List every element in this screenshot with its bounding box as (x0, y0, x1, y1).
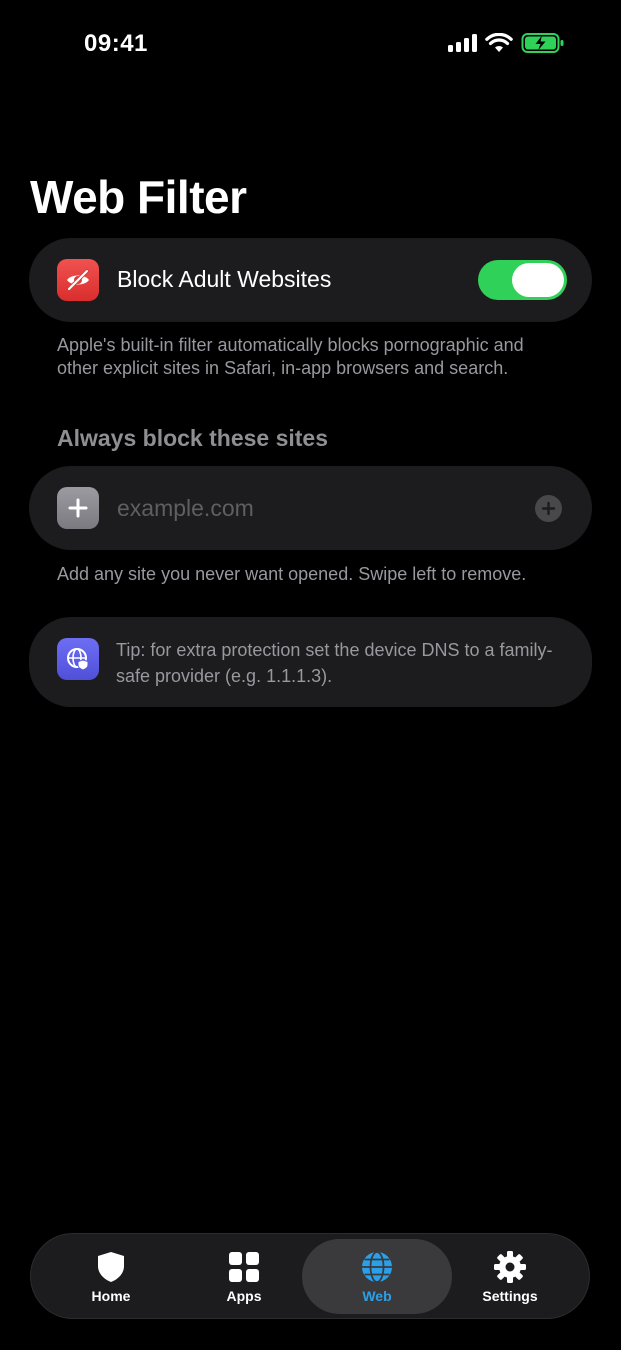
tab-bar: Home Apps Web Settings (30, 1233, 590, 1319)
cellular-signal-icon (448, 34, 477, 52)
tip-text: Tip: for extra protection set the device… (116, 640, 553, 686)
block-adult-websites-label: Block Adult Websites (117, 266, 332, 292)
tab-label: Home (91, 1287, 131, 1304)
site-input[interactable] (115, 488, 519, 528)
tip-card: Tip: for extra protection set the device… (29, 617, 592, 707)
globe-icon (360, 1250, 394, 1284)
plus-icon (57, 487, 99, 529)
status-icons (448, 32, 565, 54)
add-site-button[interactable] (535, 495, 562, 522)
adult-filter-footnote: Apple's built-in filter automatically bl… (57, 335, 524, 378)
block-adult-websites-row: Block Adult Websites (29, 238, 592, 322)
tab-label: Web (362, 1287, 392, 1304)
screen: 09:41 Web Filter Block Adult Websites Ap… (0, 0, 621, 1350)
grid-icon (229, 1250, 259, 1284)
shield-icon (97, 1250, 125, 1284)
block-adult-websites-toggle[interactable] (478, 260, 567, 300)
tab-web[interactable]: Web (302, 1239, 452, 1314)
plus-circle-icon (541, 501, 556, 516)
wifi-icon (485, 33, 513, 52)
page-title: Web Filter (30, 171, 247, 223)
tab-home[interactable]: Home (36, 1239, 186, 1314)
add-site-row (29, 466, 592, 550)
battery-charging-icon (521, 33, 564, 53)
toggle-knob (512, 263, 564, 297)
tab-apps[interactable]: Apps (169, 1239, 319, 1314)
block-list-header: Always block these sites (57, 425, 329, 451)
globe-shield-icon (57, 638, 99, 680)
tab-settings[interactable]: Settings (435, 1239, 585, 1314)
tab-label: Settings (482, 1287, 538, 1304)
eye-slash-icon (57, 259, 99, 301)
gear-icon (493, 1250, 527, 1284)
block-list-footnote: Add any site you never want opened. Swip… (57, 564, 527, 584)
status-time: 09:41 (84, 30, 148, 57)
tab-label: Apps (226, 1287, 262, 1304)
